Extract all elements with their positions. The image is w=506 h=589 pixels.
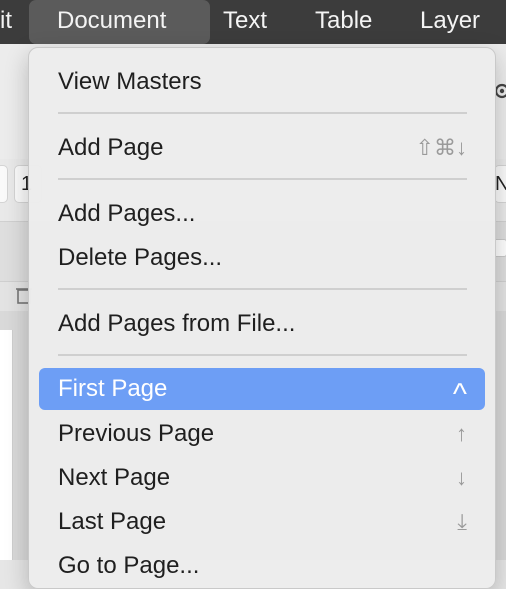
menu-item-label: Add Pages... [58, 200, 196, 227]
document-page [0, 330, 13, 560]
menu-item-label: First Page [58, 375, 168, 402]
shortcut-shift-cmd-down: ⇧⌘↓ [415, 135, 467, 160]
menu-item-previous-page[interactable]: Previous Page ↑ [39, 414, 485, 454]
menu-item-view-masters[interactable]: View Masters [39, 62, 485, 102]
arrow-down-icon: ↓ [456, 465, 467, 490]
menu-item-last-page[interactable]: Last Page ⤓ [39, 502, 485, 542]
menu-item-label: Add Page [58, 134, 164, 161]
menu-separator [58, 178, 467, 180]
arrow-up-icon: ↑ [456, 421, 467, 446]
menu-table[interactable]: Table [315, 0, 372, 44]
menu-bar: it Document Text Table Layer [0, 0, 506, 44]
menu-separator [58, 354, 467, 356]
menu-item-next-page[interactable]: Next Page ↓ [39, 458, 485, 498]
caret-up-icon: ^ [452, 378, 467, 411]
menu-item-delete-pages[interactable]: Delete Pages... [39, 238, 485, 278]
menu-item-first-page[interactable]: First Page ^ [39, 368, 485, 411]
menu-item-go-to-page[interactable]: Go to Page... [39, 546, 485, 586]
menu-item-add-page[interactable]: Add Page ⇧⌘↓ [39, 128, 485, 168]
left-stepper-field[interactable] [0, 165, 8, 203]
menu-item-add-pages[interactable]: Add Pages... [39, 194, 485, 234]
menu-item-label: Last Page [58, 508, 167, 535]
menu-layer[interactable]: Layer [420, 0, 480, 44]
menu-document[interactable]: Document [29, 0, 210, 44]
menu-item-label: Delete Pages... [58, 244, 223, 271]
menu-text[interactable]: Text [223, 0, 267, 44]
menu-item-label: Add Pages from File... [58, 310, 296, 337]
menu-separator [58, 288, 467, 290]
menu-item-label: Next Page [58, 464, 171, 491]
arrow-down-to-bar-icon: ⤓ [457, 509, 467, 534]
document-menu: View Masters Add Page ⇧⌘↓ Add Pages... D… [28, 47, 496, 589]
menu-separator [58, 112, 467, 114]
menu-document-label: Document [57, 7, 167, 34]
menu-item-label: Previous Page [58, 420, 215, 447]
right-field-value: N [495, 173, 506, 195]
menu-item-add-pages-from-file[interactable]: Add Pages from File... [39, 304, 485, 344]
menu-edit[interactable]: it [0, 0, 12, 44]
menu-item-label: Go to Page... [58, 552, 200, 579]
menu-item-label: View Masters [58, 68, 202, 95]
